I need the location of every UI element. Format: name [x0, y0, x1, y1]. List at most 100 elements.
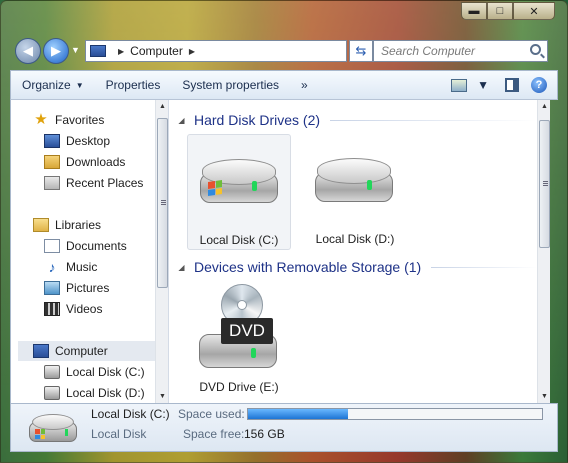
drive-tile-local-disk-d[interactable]: Local Disk (D:)	[303, 134, 407, 250]
videos-icon	[44, 302, 60, 316]
sidebar-item-libraries[interactable]: Libraries	[11, 215, 101, 235]
system-properties-button[interactable]: System properties	[171, 71, 290, 99]
sidebar-item-music[interactable]: ♪ Music	[11, 257, 98, 277]
maximize-button[interactable]: □	[487, 2, 513, 20]
caption-buttons: ▬ □ ✕	[461, 2, 555, 20]
sidebar-item-local-disk-c[interactable]: Local Disk (C:)	[11, 362, 145, 382]
windows-logo-icon	[208, 180, 222, 196]
sidebar-item-videos[interactable]: Videos	[11, 299, 102, 319]
windows-logo-icon	[35, 429, 45, 439]
address-bar[interactable]: ▶ Computer ▶	[85, 40, 347, 62]
scroll-up-arrow[interactable]: ▲	[156, 100, 168, 113]
drive-led	[251, 348, 256, 358]
sidebar-item-favorites[interactable]: ★ Favorites	[11, 110, 104, 130]
computer-icon	[33, 344, 49, 358]
sidebar-item-label: Downloads	[66, 155, 126, 169]
group-divider	[431, 266, 537, 268]
libraries-icon	[33, 218, 49, 232]
group-header-removable-storage[interactable]: ◢ Devices with Removable Storage (1)	[169, 257, 537, 277]
sidebar-item-label: Local Disk (C:)	[66, 365, 145, 379]
sidebar-item-recent-places[interactable]: Recent Places	[11, 173, 143, 193]
desktop-icon	[44, 134, 60, 148]
drive-label: Local Disk (C:)	[199, 233, 279, 247]
sidebar-item-label: Videos	[66, 302, 103, 316]
downloads-folder-icon	[44, 155, 60, 169]
sidebar-item-label: Libraries	[55, 218, 102, 232]
scroll-down-arrow[interactable]: ▼	[156, 390, 168, 403]
drive-label: DVD Drive (E:)	[199, 380, 279, 394]
collapse-arrow-icon[interactable]: ◢	[169, 116, 194, 125]
pictures-icon	[44, 281, 60, 295]
more-commands-button[interactable]: »	[290, 71, 319, 99]
search-placeholder: Search Computer	[381, 44, 476, 58]
scrollbar-thumb[interactable]	[539, 120, 550, 248]
group-label: Hard Disk Drives (2)	[194, 112, 321, 128]
space-free-value: 156 GB	[244, 427, 285, 441]
music-icon: ♪	[48, 259, 56, 275]
sidebar-item-desktop[interactable]: Desktop	[11, 131, 110, 151]
sidebar-item-label: Favorites	[55, 113, 105, 127]
refresh-button[interactable]: ⇆	[349, 40, 373, 62]
search-input[interactable]: Search Computer	[373, 40, 548, 62]
space-used-bar	[247, 408, 543, 420]
group-label: Devices with Removable Storage (1)	[194, 259, 422, 275]
close-button[interactable]: ✕	[513, 2, 555, 20]
scroll-up-arrow[interactable]: ▲	[538, 100, 551, 113]
space-used-label: Space used:	[178, 407, 245, 421]
file-list-pane: ◢ Hard Disk Drives (2) Local Disk (C:) L…	[169, 100, 537, 403]
sidebar-item-label: Documents	[66, 239, 127, 253]
sidebar-item-computer[interactable]: Computer	[18, 341, 163, 361]
sidebar-item-label: Pictures	[66, 281, 110, 295]
details-pane: Local Disk (C:) Local Disk Space used: S…	[10, 403, 558, 452]
breadcrumb-separator[interactable]: ▶	[118, 47, 124, 56]
drive-tile-dvd-drive-e[interactable]: DVD DVD Drive (E:)	[187, 284, 291, 400]
sidebar-item-label: Music	[66, 260, 98, 274]
space-used-bar-fill	[248, 409, 348, 419]
collapse-arrow-icon[interactable]: ◢	[169, 263, 194, 272]
breadcrumb-separator[interactable]: ▶	[189, 47, 195, 56]
drive-led	[367, 180, 372, 190]
search-icon[interactable]	[530, 44, 541, 55]
sidebar-item-label: Local Disk (D:)	[66, 386, 145, 400]
selected-drive-icon	[29, 414, 79, 444]
drive-label: Local Disk (D:)	[315, 232, 395, 246]
view-options-dropdown[interactable]: ▼	[473, 78, 493, 92]
sidebar-item-pictures[interactable]: Pictures	[11, 278, 109, 298]
space-free-label: Space free:	[183, 427, 245, 441]
local-disk-icon	[44, 365, 60, 379]
recent-pages-dropdown[interactable]: ▼	[71, 45, 80, 55]
command-bar: Organize ▼ Properties System properties …	[10, 70, 558, 100]
explorer-window: ▬ □ ✕ ◀ ▶ ▼ ▶ Computer ▶ ⇆ Search Comput…	[0, 0, 568, 463]
organize-button[interactable]: Organize ▼	[11, 71, 95, 99]
navigation-pane-scrollbar[interactable]: ▲ ▼	[155, 100, 168, 403]
preview-pane-icon[interactable]	[505, 78, 519, 92]
local-disk-icon	[44, 386, 60, 400]
sidebar-item-label: Recent Places	[66, 176, 144, 190]
sidebar-item-label: Computer	[55, 344, 108, 358]
help-button[interactable]: ?	[531, 77, 547, 93]
scrollbar-thumb[interactable]	[157, 118, 168, 288]
group-divider	[330, 119, 537, 121]
sidebar-item-downloads[interactable]: Downloads	[11, 152, 125, 172]
minimize-button[interactable]: ▬	[461, 2, 487, 20]
forward-button[interactable]: ▶	[43, 38, 69, 64]
back-button[interactable]: ◀	[15, 38, 41, 64]
sidebar-item-local-disk-d[interactable]: Local Disk (D:)	[11, 383, 145, 403]
scroll-down-arrow[interactable]: ▼	[538, 390, 551, 403]
sidebar-item-documents[interactable]: Documents	[11, 236, 127, 256]
computer-icon	[90, 45, 106, 57]
drive-led	[252, 181, 257, 191]
navigation-pane: ★ Favorites Desktop Downloads Recent Pla…	[10, 100, 169, 403]
navigation-bar: ◀ ▶ ▼ ▶ Computer ▶ ⇆ Search Computer	[13, 37, 559, 65]
group-header-hard-disk-drives[interactable]: ◢ Hard Disk Drives (2)	[169, 110, 537, 130]
documents-icon	[44, 239, 60, 253]
drive-tile-local-disk-c[interactable]: Local Disk (C:)	[187, 134, 291, 250]
details-type: Local Disk	[91, 427, 147, 441]
chevron-down-icon: ▼	[75, 80, 84, 90]
details-name: Local Disk (C:)	[91, 407, 170, 421]
dvd-badge: DVD	[221, 318, 273, 344]
properties-button[interactable]: Properties	[95, 71, 172, 99]
change-view-icon[interactable]	[451, 78, 468, 92]
breadcrumb-computer[interactable]: Computer	[130, 44, 183, 58]
file-list-scrollbar[interactable]: ▲ ▼	[537, 100, 550, 403]
